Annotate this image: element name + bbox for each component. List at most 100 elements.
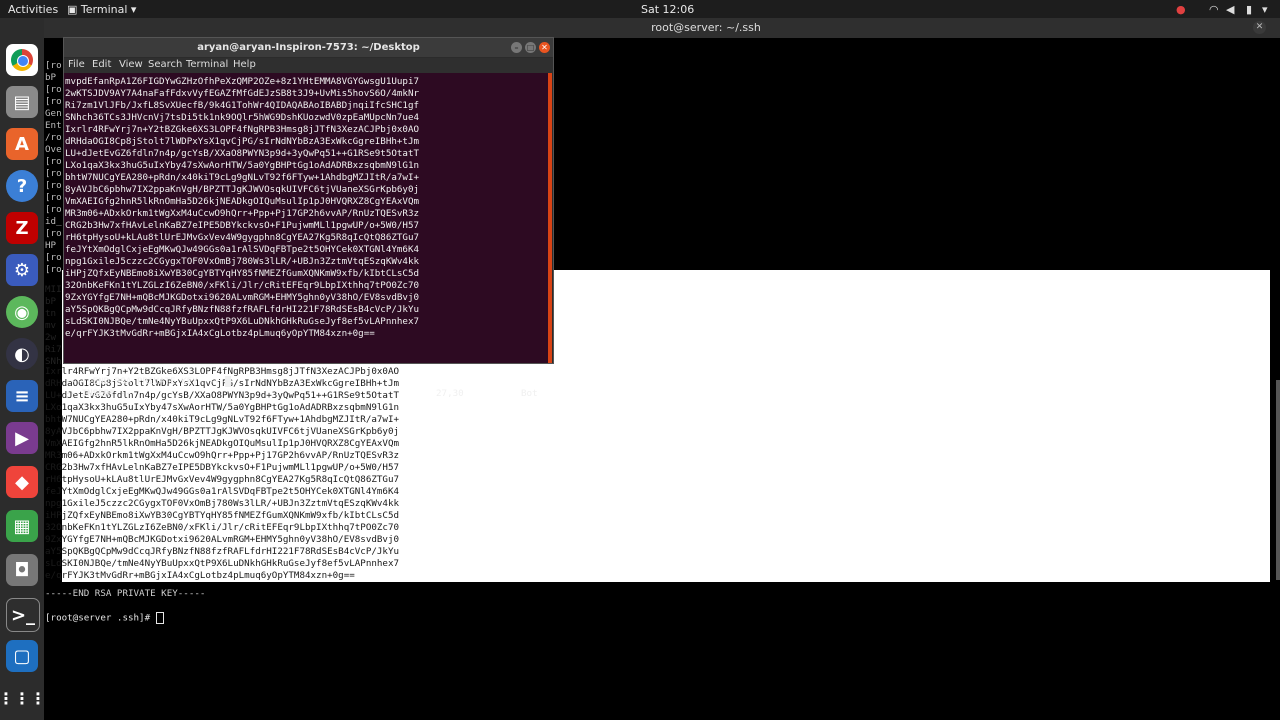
- close-icon[interactable]: ✕: [539, 42, 550, 53]
- vim-line: Ri7zm1VlJFb/JxfL8SvXUecfB/9k4G1TohWr4QID…: [65, 100, 420, 111]
- maximize-icon[interactable]: □: [525, 42, 536, 53]
- key-line: 32OnbKeFKn1tYLZGLzI6ZeBN0/xFKli/Jlr/cRit…: [45, 522, 400, 533]
- gimp-icon[interactable]: ◉: [6, 296, 38, 328]
- vim-buffer-lines: mvpdEfanRpA1Z6FIGDYwGZHzOfhPeXzQMP2OZe+8…: [65, 76, 419, 340]
- terminal-line: [ro: [45, 264, 62, 275]
- menu-help[interactable]: Help: [233, 59, 256, 70]
- settings-icon[interactable]: ⚙: [6, 254, 38, 286]
- terminal-line: [ro: [45, 192, 62, 203]
- terminal-line: id_: [45, 216, 62, 227]
- virtualbox-icon[interactable]: ▢: [6, 640, 38, 672]
- key-line: iHPjZQfxEyNBEmo8iXwYB30CgYBTYqHY85fNMEZf…: [45, 510, 400, 521]
- key-line: CRG2b3Hw7xfHAvLelnKaBZ7eIPE5DBYkckvsO+F1…: [45, 462, 400, 473]
- shell-prompt-text: [root@server .ssh]#: [45, 612, 156, 624]
- vim-line: e/qrFYJK3tMvGdRr+mBGjxIA4xCgLotbz4pLmuq6…: [65, 328, 375, 339]
- vim-line: 32OnbKeFKn1tYLZGLzI6ZeBN0/xFKli/Jlr/cRit…: [65, 280, 420, 291]
- vim-mode-indicator: -- INSERT --: [65, 388, 132, 399]
- terminal-line: [ro: [45, 252, 62, 263]
- background-terminal-titlebar[interactable]: root@server: ~/.ssh ✕: [44, 18, 1280, 38]
- libreoffice-calc-icon[interactable]: ▦: [6, 510, 38, 542]
- terminal-small-icon: ▣: [67, 3, 78, 16]
- app-menu-label: Terminal: [80, 3, 128, 16]
- terminal-line: [ro: [45, 180, 62, 191]
- vim-line: 9ZxYGYfgE7NH+mQBcMJKGDotxi9620ALvmRGM+EH…: [65, 292, 420, 303]
- vim-line: LU+dJetEvGZ6fdln7n4p/gcYsB/XXaO8PWYN3p9d…: [65, 148, 420, 159]
- terminal-line: bP: [45, 72, 57, 83]
- terminal-line: [ro: [45, 156, 62, 167]
- vim-window-titlebar[interactable]: aryan@aryan-Inspiron-7573: ~/Desktop – □…: [64, 38, 553, 57]
- vim-line: MR3m06+ADxkOrkm1tWgXxM4uCcwO9hQrr+Ppp+Pj…: [65, 208, 420, 219]
- terminal-line: HP: [45, 240, 57, 251]
- menu-view[interactable]: View: [119, 59, 143, 70]
- terminal-line: Ri7: [45, 344, 62, 355]
- camera-icon[interactable]: ◘: [6, 554, 38, 586]
- apps-grid-icon[interactable]: ⋮⋮⋮: [0, 682, 46, 714]
- terminal-line: [ro: [45, 60, 62, 71]
- background-terminal-title: root@server: ~/.ssh: [651, 21, 761, 34]
- menu-edit[interactable]: Edit: [92, 59, 111, 70]
- key-line: LXo1qaX3kx3huG5uIxYby47sXwAorHTW/5a0YgBH…: [45, 402, 400, 413]
- video-icon[interactable]: ▶: [6, 422, 38, 454]
- key-end-line: -----END RSA PRIVATE KEY-----: [45, 588, 206, 599]
- key-line: aY5SpQKBgQCpMw9dCcqJRfyBNzfN88fzfRAFLfdr…: [45, 546, 400, 557]
- vim-scrollbar[interactable]: [548, 73, 552, 363]
- clock[interactable]: Sat 12:06: [641, 3, 694, 16]
- terminal-scrollbar[interactable]: [1276, 380, 1280, 580]
- terminal-line: 2w: [45, 332, 57, 343]
- vim-line: mvpdEfanRpA1Z6FIGDYwGZHzOfhPeXzQMP2OZe+8…: [65, 76, 420, 87]
- volume-icon: ◀: [1226, 3, 1235, 16]
- shell-prompt[interactable]: [root@server .ssh]#: [45, 612, 164, 625]
- minimize-icon[interactable]: –: [511, 42, 522, 53]
- software-center-icon[interactable]: A: [6, 128, 38, 160]
- network-icon[interactable]: ◐: [6, 338, 38, 370]
- text-editor-icon[interactable]: ≡: [6, 380, 38, 412]
- key-line: VmXAEIGfg2hnR5lkRnOmHa5D26kjNEADkgOIQuMs…: [45, 438, 400, 449]
- vim-editor-area[interactable]: mvpdEfanRpA1Z6FIGDYwGZHzOfhPeXzQMP2OZe+8…: [64, 73, 548, 399]
- terminal-line: [ro: [45, 228, 62, 239]
- system-menu-icon[interactable]: ▾: [1262, 3, 1268, 16]
- key-line: npg1GxileJ5czzc2CGygxTOF0VxOmBj780Ws3lLR…: [45, 498, 400, 509]
- battery-icon: ▮: [1246, 3, 1253, 16]
- vim-cursor-position: 27,30: [436, 388, 464, 399]
- vim-line: aY5SpQKBgQCpMw9dCcqJRfyBNzfN88fzfRAFLfdr…: [65, 304, 420, 315]
- vim-line: 2wKTSJDV9AY7A4naFafFdxvVyfEGAZfMfGdEJzSB…: [65, 88, 420, 99]
- anydesk-icon[interactable]: ◆: [6, 466, 38, 498]
- vim-end-line-text: -----END RSA PRIVATE KEY-----: [65, 376, 226, 387]
- menu-file[interactable]: File: [68, 59, 85, 70]
- app-menu[interactable]: ▣ Terminal ▾: [67, 3, 136, 16]
- terminal-line: MII: [45, 284, 62, 295]
- background-terminal-output: [ro bP [ro [ro Gen Ent/ro Ove [ro [ro [ro [ro [ro id…: [45, 60, 62, 276]
- key-line: sLdSKI0NJBQe/tmNe4NyYBuUpxxQtP9X6LuDNkhG…: [45, 558, 400, 569]
- vim-line: 8yAVJbC6pbhw7IX2ppaKnVgH/BPZTTJgKJWVOsqk…: [65, 184, 420, 195]
- vim-line: bhtW7NUCgYEA280+pRdn/x40kiT9cLg9gNLvT92f…: [65, 172, 420, 183]
- key-line: rH6tpHysoU+kLAu8tlUrEJMvGxVev4W9gygphn8C…: [45, 474, 400, 485]
- close-icon[interactable]: ✕: [1253, 21, 1266, 34]
- dock: ▤ A ? Z ⚙ ◉ ◐ ≡ ▶ ◆ ▦ ◘ >_ ▢ ⋮⋮⋮: [0, 18, 46, 720]
- key-line: 9ZxYGYfgE7NH+mQBcMJKGDotxi9620ALvmRGM+EH…: [45, 534, 400, 545]
- terminal-icon[interactable]: >_: [6, 598, 40, 632]
- terminal-line: [ro: [45, 168, 62, 179]
- vim-terminal-window[interactable]: aryan@aryan-Inspiron-7573: ~/Desktop – □…: [63, 37, 554, 399]
- terminal-line: [ro: [45, 96, 62, 107]
- text-cursor: [155, 612, 164, 624]
- vim-scroll-position: Bot: [521, 388, 538, 399]
- chrome-icon[interactable]: [6, 44, 38, 76]
- top-panel: Activities ▣ Terminal ▾ Sat 12:06 ● ◠ ◀ …: [0, 0, 1280, 18]
- help-icon[interactable]: ?: [6, 170, 38, 202]
- activities-button[interactable]: Activities: [8, 3, 58, 16]
- menu-search[interactable]: Search: [148, 59, 182, 70]
- vim-line: feJYtXmOdglCxjeEgMKwQJw49GGs0a1rAlSVDqFB…: [65, 244, 420, 255]
- files-icon[interactable]: ▤: [6, 86, 38, 118]
- key-line: feJYtXmOdglCxjeEgMKwQJw49GGs0a1rAlSVDqFB…: [45, 486, 400, 497]
- filezilla-icon[interactable]: Z: [6, 212, 38, 244]
- menu-terminal[interactable]: Terminal: [186, 59, 228, 70]
- vim-line: SNhch36TCs3JHVcnVj7tsDi5tk1nk9OQlr5hWG9D…: [65, 112, 420, 123]
- terminal-line: Gen: [45, 108, 62, 119]
- vim-line: sLdSKI0NJBQe/tmNe4NyYBuUpxxQtP9X6LuDNkhG…: [65, 316, 420, 327]
- key-line: e/qrFYJK3tMvGdRr+mBGjxIA4xCgLotbz4pLmuq6…: [45, 570, 355, 581]
- recording-icon: ●: [1176, 3, 1186, 16]
- terminal-line: bP: [45, 296, 57, 307]
- vim-line: CRG2b3Hw7xfHAvLelnKaBZ7eIPE5DBYkckvsO+F1…: [65, 220, 420, 231]
- terminal-line: mv: [45, 320, 57, 331]
- vim-line: LXo1qaX3kx3huG5uIxYby47sXwAorHTW/5a0YgBH…: [65, 160, 420, 171]
